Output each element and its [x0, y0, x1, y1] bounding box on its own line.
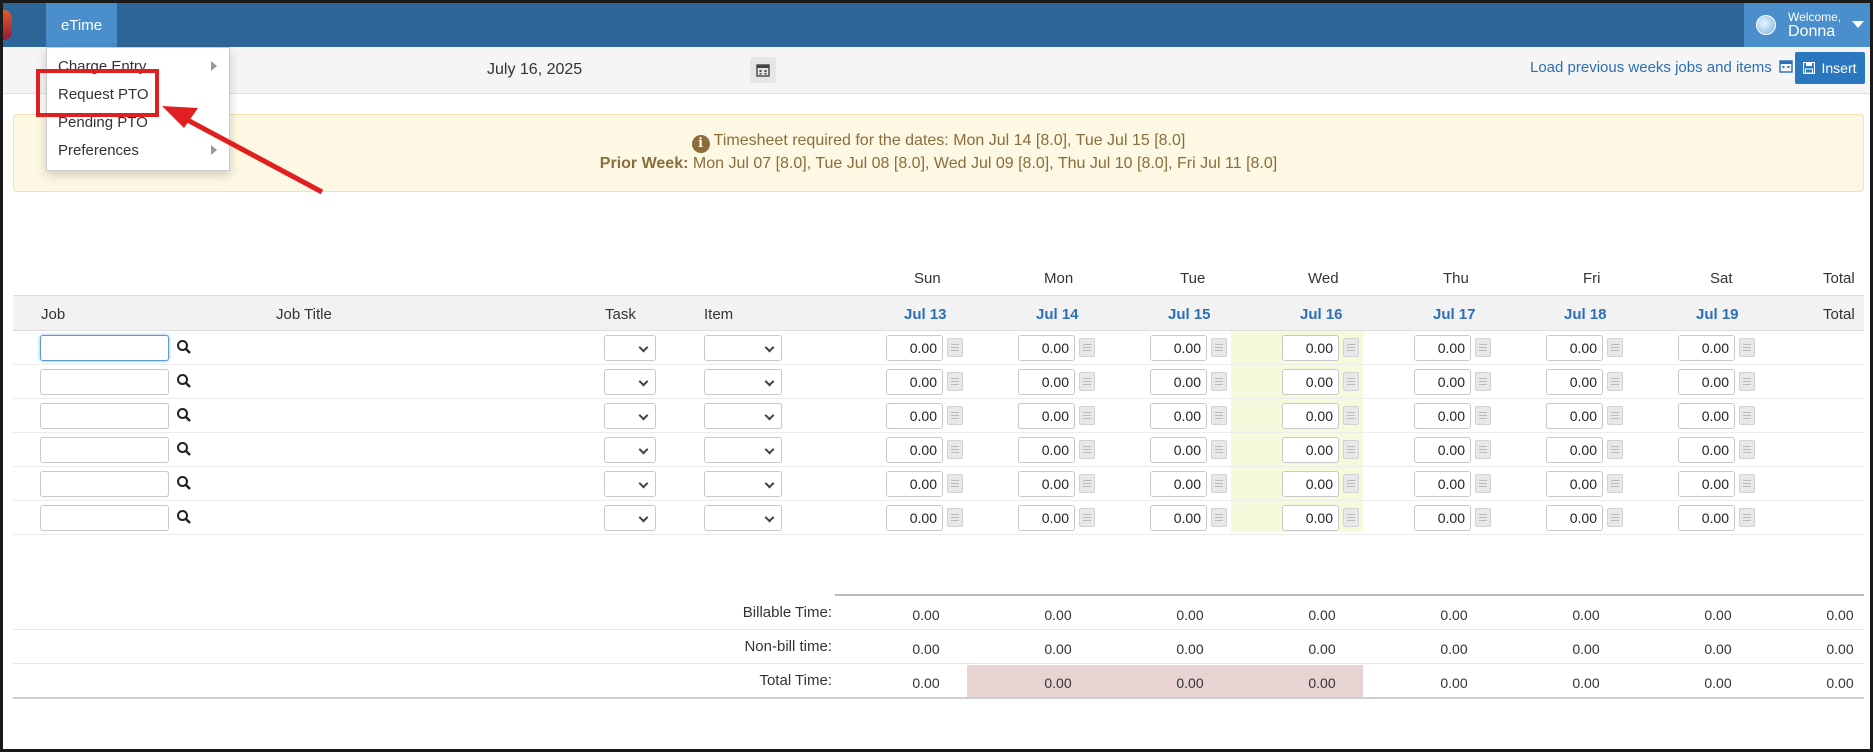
annotation-arrow: [162, 106, 324, 195]
